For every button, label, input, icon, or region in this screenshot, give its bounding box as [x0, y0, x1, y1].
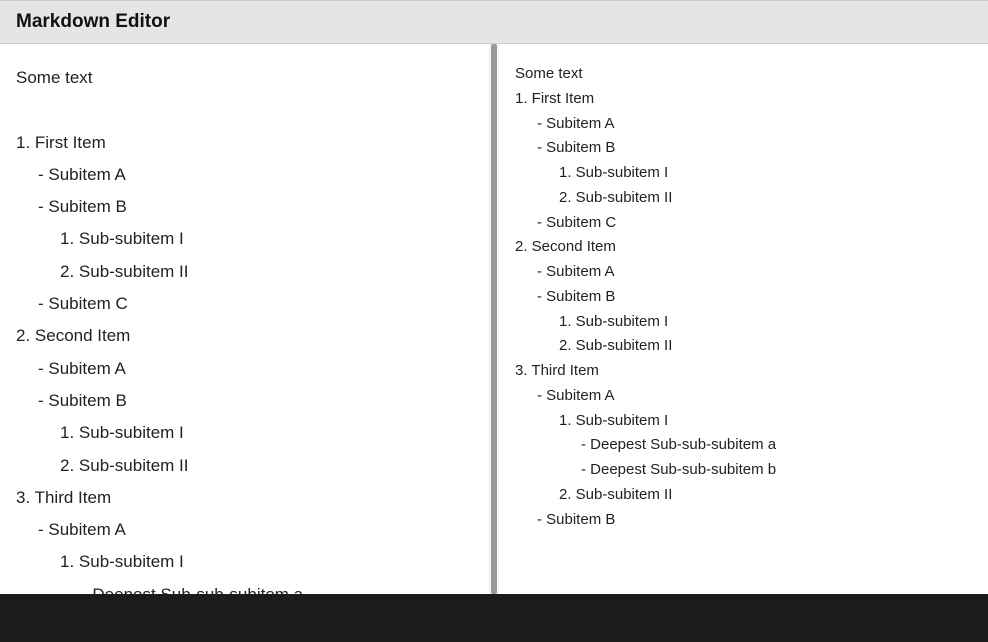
preview-line: 2. Sub-subitem II [515, 186, 972, 211]
editor-line[interactable]: - Subitem A [16, 514, 473, 546]
editor-line[interactable]: 1. First Item [16, 127, 473, 159]
preview-line: - Deepest Sub-sub-subitem a [515, 433, 972, 458]
preview-line: - Subitem A [515, 112, 972, 137]
editor-line[interactable]: - Subitem B [16, 385, 473, 417]
preview-line: 2. Second Item [515, 235, 972, 260]
app-title: Markdown Editor [16, 11, 972, 33]
editor-line[interactable]: - Subitem C [16, 288, 473, 320]
editor-line[interactable]: 1. Sub-subitem I [16, 223, 473, 255]
editor-line[interactable]: - Subitem A [16, 353, 473, 385]
preview-line: - Deepest Sub-sub-subitem b [515, 458, 972, 483]
preview-line: 1. First Item [515, 87, 972, 112]
preview-line: 1. Sub-subitem I [515, 161, 972, 186]
preview-line: - Subitem A [515, 260, 972, 285]
editor-blank[interactable] [16, 94, 473, 126]
editor-line[interactable]: 2. Sub-subitem II [16, 256, 473, 288]
split-panes: Some text 1. First Item- Subitem A- Subi… [0, 44, 988, 594]
preview-line: - Subitem B [515, 285, 972, 310]
preview-lines: 1. First Item- Subitem A- Subitem B1. Su… [515, 87, 972, 533]
editor-intro[interactable]: Some text [16, 62, 473, 94]
preview-line: - Subitem B [515, 136, 972, 161]
preview-line: - Subitem C [515, 211, 972, 236]
editor-line[interactable]: - Subitem B [16, 191, 473, 223]
preview-line: - Subitem A [515, 384, 972, 409]
header-bar: Markdown Editor [0, 0, 988, 44]
pane-divider[interactable] [489, 44, 499, 594]
preview-line: 2. Sub-subitem II [515, 334, 972, 359]
editor-pane[interactable]: Some text 1. First Item- Subitem A- Subi… [0, 44, 489, 594]
divider-grip-icon [491, 44, 497, 594]
footer-bar [0, 594, 988, 642]
editor-line[interactable]: 1. Sub-subitem I [16, 417, 473, 449]
preview-intro: Some text [515, 62, 972, 87]
preview-line: 3. Third Item [515, 359, 972, 384]
editor-line[interactable]: 3. Third Item [16, 482, 473, 514]
editor-line[interactable]: 1. Sub-subitem I [16, 546, 473, 578]
preview-line: - Subitem B [515, 508, 972, 533]
editor-line[interactable]: 2. Sub-subitem II [16, 450, 473, 482]
preview-line: 1. Sub-subitem I [515, 409, 972, 434]
editor-line[interactable]: - Deepest Sub-sub-subitem a [16, 579, 473, 594]
preview-line: 1. Sub-subitem I [515, 310, 972, 335]
preview-pane: Some text 1. First Item- Subitem A- Subi… [499, 44, 988, 594]
editor-lines[interactable]: 1. First Item- Subitem A- Subitem B1. Su… [16, 127, 473, 594]
editor-line[interactable]: 2. Second Item [16, 320, 473, 352]
editor-line[interactable]: - Subitem A [16, 159, 473, 191]
preview-line: 2. Sub-subitem II [515, 483, 972, 508]
